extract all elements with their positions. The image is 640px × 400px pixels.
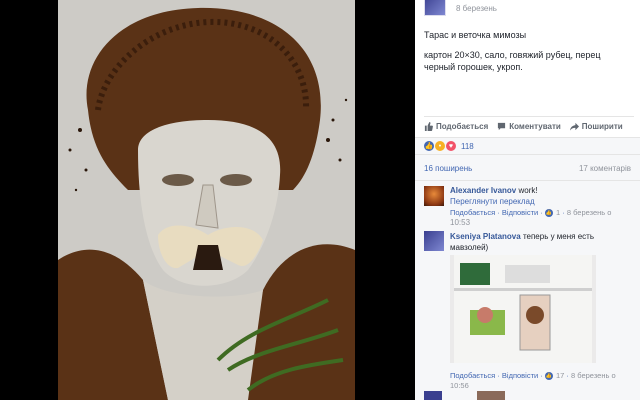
comment-reply-link[interactable]: Відповісти [502, 371, 538, 380]
reactions-bar[interactable]: 👍 • ♥ 118 [415, 137, 640, 155]
like-label: Подобається [436, 121, 489, 131]
post-photo[interactable] [58, 0, 355, 400]
comment-text-cont: мавзолей) [450, 243, 489, 252]
translate-link[interactable]: Переглянути переклад [450, 196, 630, 207]
comment-like-link[interactable]: Подобається [450, 371, 495, 380]
reply-avatar[interactable] [424, 391, 442, 400]
comment-like-count: 17 [555, 371, 565, 380]
post-date[interactable]: 8 березень [456, 4, 497, 13]
comment-meta: Подобається · Відповісти · 👍 17 · 8 бере… [450, 371, 616, 381]
like-reaction-icon: 👍 [424, 141, 434, 151]
food-portrait-image [58, 0, 355, 400]
reply-avatar[interactable] [477, 391, 505, 400]
like-button[interactable]: Подобається [424, 121, 489, 131]
stats-row: 16 поширень 17 коментарів [415, 155, 640, 181]
comment-author[interactable]: Kseniya Platanova [450, 232, 521, 241]
comment-reply-link[interactable]: Відповісти [502, 208, 538, 217]
comment-text: теперь у меня есть [522, 232, 595, 241]
share-arrow-icon [569, 122, 579, 131]
comment-date[interactable]: 8 березень о [567, 208, 612, 217]
comment-like-icon: 👍 [544, 372, 553, 381]
comment-time[interactable]: 10:56 [450, 381, 469, 390]
shares-count[interactable]: 16 поширень [424, 164, 472, 173]
post-panel: 8 березень Тарас и веточка мимозы картон… [415, 0, 640, 400]
photo-viewer [0, 0, 415, 400]
comments-list: Alexander Ivanov work! Переглянути перек… [415, 181, 640, 400]
comment-date[interactable]: 8 березень о [571, 371, 616, 380]
comment: Kseniya Platanova теперь у меня есть [450, 231, 630, 242]
comment: Alexander Ivanov work! [450, 185, 630, 196]
comment-label: Коментувати [509, 121, 561, 131]
commenter-avatar[interactable] [424, 231, 444, 251]
post-materials-line-1: картон 20×30, сало, говяжий рубец, перец [424, 50, 601, 60]
post-actions: Подобається Коментувати Поширити [424, 116, 634, 132]
share-label: Поширити [581, 121, 623, 131]
comment-button[interactable]: Коментувати [497, 122, 561, 131]
comment-time[interactable]: 10:53 [450, 217, 630, 228]
post-title: Тарас и веточка мимозы [424, 30, 527, 40]
reaction-count[interactable]: 118 [461, 142, 474, 151]
love-reaction-icon: ♥ [446, 141, 456, 151]
comments-count[interactable]: 17 коментарів [579, 164, 631, 173]
commenter-avatar[interactable] [424, 186, 444, 206]
comment-author[interactable]: Alexander Ivanov [450, 186, 516, 195]
thumbs-up-icon [424, 121, 433, 131]
comment-like-link[interactable]: Подобається [450, 208, 495, 217]
comment-photo[interactable] [450, 255, 596, 363]
post-materials-line-2: черный горошек, укроп. [424, 62, 523, 72]
author-avatar[interactable] [424, 0, 446, 16]
wow-reaction-icon: • [435, 141, 445, 151]
comment-like-icon: 👍 [544, 209, 553, 218]
comment-icon [498, 122, 506, 130]
fridge-photo-image [450, 255, 596, 363]
share-button[interactable]: Поширити [569, 121, 623, 131]
comment-text: work! [518, 186, 538, 195]
comment-like-count: 1 [555, 208, 561, 217]
